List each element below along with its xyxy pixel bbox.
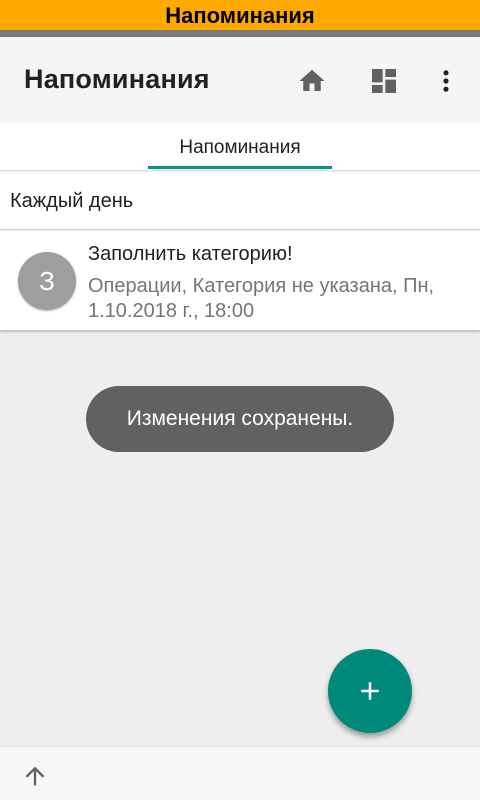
dashboard-icon[interactable] xyxy=(366,63,402,99)
tab-reminders-label: Напоминания xyxy=(179,137,301,158)
arrow-up-icon[interactable] xyxy=(18,759,52,793)
section-header: Каждый день xyxy=(0,172,480,230)
toolbar-title: Напоминания xyxy=(24,64,210,94)
bottom-bar xyxy=(0,746,480,800)
toast-message: Изменения сохранены. xyxy=(86,386,394,452)
add-reminder-button[interactable] xyxy=(328,649,412,733)
avatar: З xyxy=(18,252,76,310)
reminder-details: Операции, Категория не указана, Пн, 1.10… xyxy=(88,275,435,322)
home-icon[interactable] xyxy=(294,63,330,99)
tab-reminders[interactable]: Напоминания xyxy=(148,123,332,171)
plus-icon xyxy=(361,682,379,700)
list-item[interactable]: З Заполнить категорию! Операции, Категор… xyxy=(0,231,480,330)
window-title: Напоминания xyxy=(0,0,480,30)
more-vert-icon[interactable] xyxy=(428,63,464,99)
reminder-title: Заполнить категорию! xyxy=(88,243,293,265)
section-header-label: Каждый день xyxy=(10,190,134,212)
app-toolbar: Напоминания xyxy=(0,37,480,123)
tab-bar: Напоминания xyxy=(0,123,480,171)
tab-indicator xyxy=(148,166,332,169)
status-strip xyxy=(0,30,480,37)
